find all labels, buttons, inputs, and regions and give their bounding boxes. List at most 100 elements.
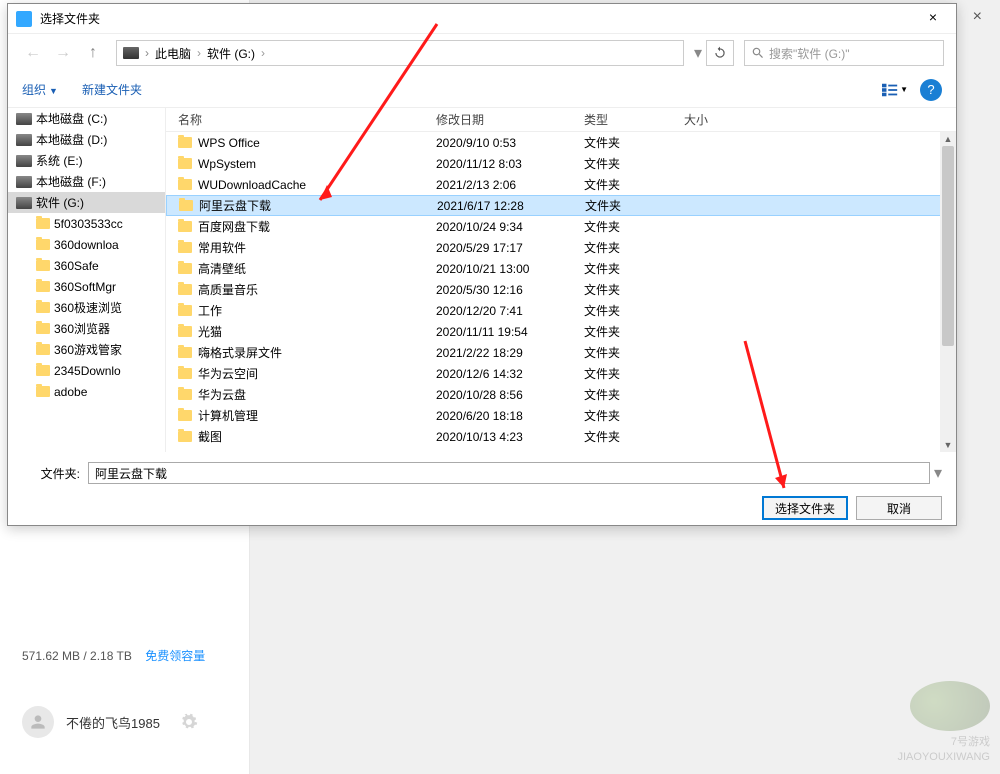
drive-icon (16, 197, 32, 209)
storage-free-link[interactable]: 免费领容量 (145, 649, 205, 663)
select-folder-button[interactable]: 选择文件夹 (762, 496, 848, 520)
folder-icon (178, 389, 192, 400)
row-type: 文件夹 (572, 218, 672, 235)
scroll-down-icon[interactable]: ▼ (940, 438, 956, 452)
row-type: 文件夹 (573, 197, 673, 214)
nav-back-button[interactable]: ← (20, 40, 46, 66)
row-date: 2020/12/20 7:41 (424, 304, 572, 318)
watermark-text2: JIAOYOUXIWANG (898, 750, 991, 764)
row-type: 文件夹 (572, 302, 672, 319)
folder-icon (36, 218, 50, 229)
tree-folder-item[interactable]: 360极速浏览 (8, 297, 165, 318)
tree-folder-item[interactable]: 360Safe (8, 255, 165, 276)
nav-up-button[interactable]: ↑ (80, 40, 106, 66)
list-row[interactable]: 阿里云盘下载2021/6/17 12:28文件夹 (166, 195, 956, 216)
folder-icon (178, 410, 192, 421)
gear-icon[interactable] (180, 713, 198, 731)
col-size[interactable]: 大小 (672, 111, 772, 128)
tree-drive-item[interactable]: 本地磁盘 (D:) (8, 129, 165, 150)
avatar[interactable] (22, 706, 54, 738)
row-name: 嗨格式录屏文件 (198, 344, 282, 361)
list-row[interactable]: 高清壁纸2020/10/21 13:00文件夹 (166, 258, 956, 279)
tree-folder-item[interactable]: 360浏览器 (8, 318, 165, 339)
folder-picker-dialog: 选择文件夹 × ← → ↑ › 此电脑 › 软件 (G:) › ▾ 搜索"软件 … (7, 3, 957, 526)
scroll-up-icon[interactable]: ▲ (940, 132, 956, 146)
row-date: 2021/6/17 12:28 (425, 199, 573, 213)
list-row[interactable]: WPS Office2020/9/10 0:53文件夹 (166, 132, 956, 153)
refresh-icon (713, 46, 727, 60)
tree-folder-item[interactable]: 360downloa (8, 234, 165, 255)
folder-icon (36, 365, 50, 376)
list-row[interactable]: 华为云空间2020/12/6 14:32文件夹 (166, 363, 956, 384)
list-scrollbar[interactable]: ▲ ▼ (940, 132, 956, 452)
breadcrumb-sep: › (143, 46, 151, 60)
list-row[interactable]: 高质量音乐2020/5/30 12:16文件夹 (166, 279, 956, 300)
list-row[interactable]: 华为云盘2020/10/28 8:56文件夹 (166, 384, 956, 405)
row-name: 华为云空间 (198, 365, 258, 382)
dialog-footer: 文件夹: ▾ 选择文件夹 取消 (8, 452, 956, 530)
list-row[interactable]: 工作 2020/12/20 7:41文件夹 (166, 300, 956, 321)
tree-item-label: 本地磁盘 (F:) (36, 173, 106, 190)
tree-drive-item[interactable]: 软件 (G:) (8, 192, 165, 213)
col-name[interactable]: 名称 (166, 111, 424, 128)
new-folder-button[interactable]: 新建文件夹 (82, 81, 142, 98)
tree-folder-item[interactable]: 360游戏管家 (8, 339, 165, 360)
drive-icon (123, 47, 139, 59)
row-date: 2020/10/21 13:00 (424, 262, 572, 276)
breadcrumb-dropdown-icon[interactable]: ▾ (694, 43, 702, 63)
folder-icon (178, 137, 192, 148)
tree-item-label: 360浏览器 (54, 320, 110, 337)
tree-drive-item[interactable]: 系统 (E:) (8, 150, 165, 171)
row-date: 2020/5/29 17:17 (424, 241, 572, 255)
list-row[interactable]: WpSystem2020/11/12 8:03文件夹 (166, 153, 956, 174)
row-date: 2020/6/20 18:18 (424, 409, 572, 423)
folder-icon (178, 305, 192, 316)
scroll-thumb[interactable] (942, 146, 954, 346)
list-row[interactable]: 百度网盘下载2020/10/24 9:34文件夹 (166, 216, 956, 237)
list-row[interactable]: 常用软件2020/5/29 17:17文件夹 (166, 237, 956, 258)
tree-drive-item[interactable]: 本地磁盘 (C:) (8, 108, 165, 129)
col-date[interactable]: 修改日期 (424, 111, 572, 128)
breadcrumb[interactable]: › 此电脑 › 软件 (G:) › (116, 40, 684, 66)
tree-folder-item[interactable]: 360SoftMgr (8, 276, 165, 297)
tree-folder-item[interactable]: 2345Downlo (8, 360, 165, 381)
tree-item-label: 360Safe (54, 259, 99, 273)
folder-dropdown-icon[interactable]: ▾ (934, 463, 942, 483)
help-button[interactable]: ? (920, 79, 942, 101)
col-type[interactable]: 类型 (572, 111, 672, 128)
file-list[interactable]: 名称 修改日期 类型 大小 WPS Office2020/9/10 0:53文件… (166, 108, 956, 452)
cancel-button[interactable]: 取消 (856, 496, 942, 520)
watermark: 7号游戏 JIAOYOUXIWANG (898, 681, 991, 764)
dialog-body: 本地磁盘 (C:)本地磁盘 (D:)系统 (E:) 本地磁盘 (F:) 软件 (G:… (8, 108, 956, 452)
list-row[interactable]: 计算机管理2020/6/20 18:18文件夹 (166, 405, 956, 426)
row-type: 文件夹 (572, 386, 672, 403)
row-date: 2020/12/6 14:32 (424, 367, 572, 381)
list-row[interactable]: 截图2020/10/13 4:23文件夹 (166, 426, 956, 447)
nav-forward-button[interactable]: → (50, 40, 76, 66)
tree-folder-item[interactable]: 5f0303533cc (8, 213, 165, 234)
folder-name-input[interactable] (88, 462, 930, 484)
search-input[interactable]: 搜索"软件 (G:)" (744, 40, 944, 66)
breadcrumb-sep: › (259, 46, 267, 60)
user-icon (28, 712, 48, 732)
list-row[interactable]: 光猫2020/11/11 19:54文件夹 (166, 321, 956, 342)
tree-drive-item[interactable]: 本地磁盘 (F:) (8, 171, 165, 192)
breadcrumb-root[interactable]: 此电脑 (155, 45, 191, 62)
row-type: 文件夹 (572, 260, 672, 277)
row-name: WPS Office (198, 136, 260, 150)
dialog-close-button[interactable]: × (918, 9, 948, 29)
view-mode-button[interactable]: ▼ (882, 79, 908, 101)
app-icon (16, 11, 32, 27)
main-close-button[interactable]: × (973, 8, 982, 26)
refresh-button[interactable] (706, 40, 734, 66)
row-date: 2020/10/24 9:34 (424, 220, 572, 234)
folder-tree[interactable]: 本地磁盘 (C:)本地磁盘 (D:)系统 (E:) 本地磁盘 (F:) 软件 (G:… (8, 108, 166, 452)
breadcrumb-seg1[interactable]: 软件 (G:) (207, 45, 255, 62)
organize-menu[interactable]: 组织▼ (22, 81, 58, 98)
list-row[interactable]: WUDownloadCache2021/2/13 2:06文件夹 (166, 174, 956, 195)
row-type: 文件夹 (572, 428, 672, 445)
list-row[interactable]: 嗨格式录屏文件2021/2/22 18:29文件夹 (166, 342, 956, 363)
tree-folder-item[interactable]: adobe (8, 381, 165, 402)
row-name: 工作 (198, 302, 222, 319)
toolbar: 组织▼ 新建文件夹 ▼ ? (8, 72, 956, 108)
